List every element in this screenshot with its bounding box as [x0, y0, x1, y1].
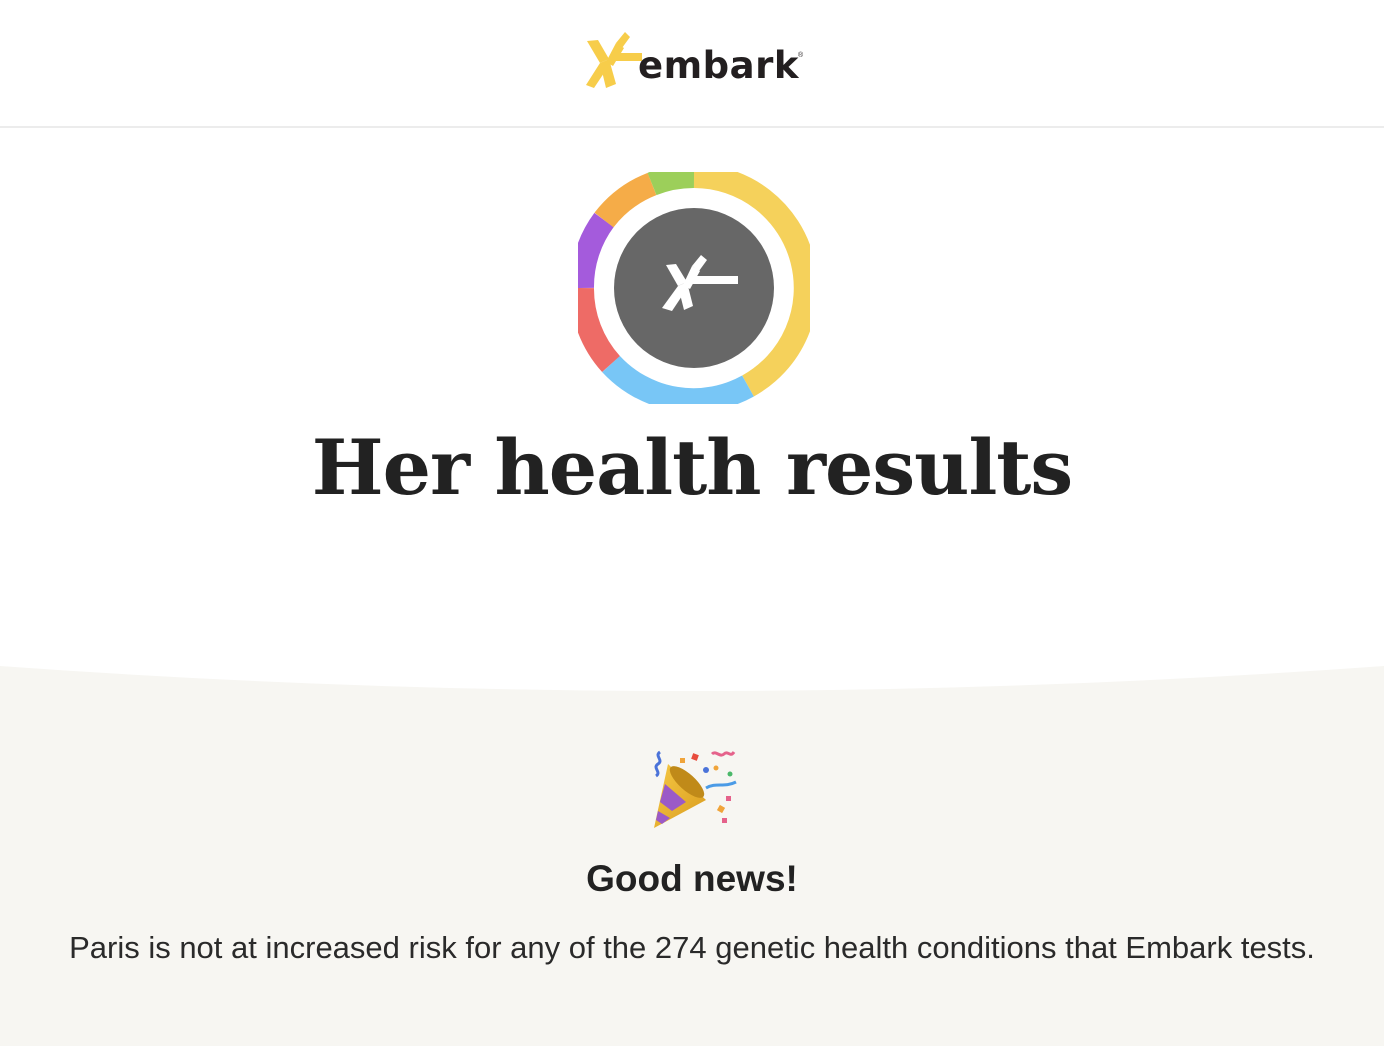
results-message: Paris is not at increased risk for any o…: [69, 930, 1315, 965]
embark-logo-icon: [586, 32, 642, 88]
page-title: Her health results: [311, 423, 1073, 512]
embark-logo[interactable]: embark ®: [582, 32, 806, 92]
good-news-heading: Good news!: [586, 858, 798, 899]
ring-segment-red: [578, 287, 621, 373]
embark-health-ring-icon: [578, 172, 810, 404]
ring-segment-green: [647, 172, 695, 196]
results-summary-section: Good news! Paris is not at increased ris…: [0, 640, 1384, 1046]
party-popper-icon: [654, 750, 737, 828]
section-background: [0, 666, 1384, 1046]
site-header: embark ®: [0, 0, 1384, 128]
ring-segment-orange: [594, 172, 657, 228]
ring-segment-purple: [578, 212, 614, 289]
brand-name: embark: [638, 44, 799, 87]
registered-mark: ®: [798, 52, 804, 59]
